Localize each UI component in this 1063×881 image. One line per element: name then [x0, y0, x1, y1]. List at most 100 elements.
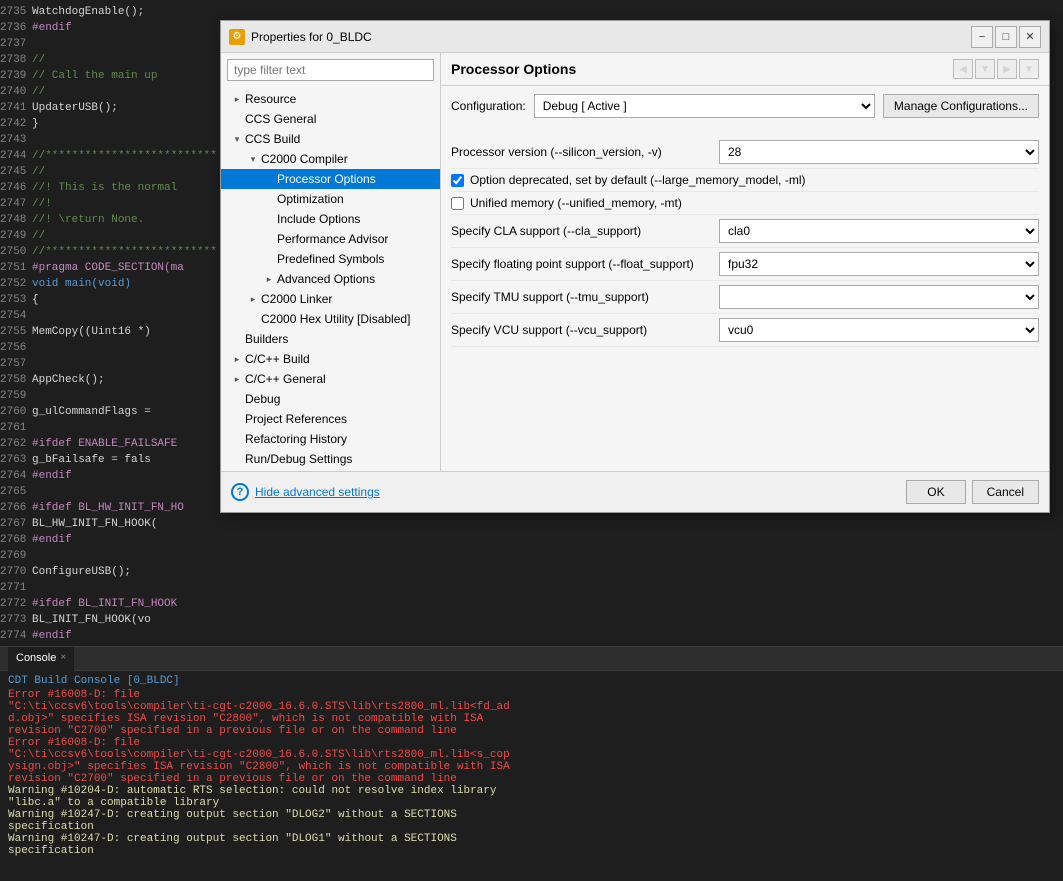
console-line: revision "C2700" specified in a previous… [8, 725, 1055, 737]
option-select[interactable] [719, 285, 1039, 309]
right-panel: Processor Options ◀ ▼ ▶ ▼ Configuration:… [441, 53, 1049, 471]
tree-item[interactable]: Debug [221, 389, 440, 409]
editor-line: 2740 // [0, 84, 220, 100]
option-select[interactable]: 28 [719, 140, 1039, 164]
tree-arrow-icon [229, 411, 245, 427]
filter-input[interactable] [227, 59, 434, 81]
close-button[interactable]: ✕ [1019, 26, 1041, 48]
nav-back-button[interactable]: ◀ [953, 59, 973, 79]
console-tab-close-icon[interactable]: × [60, 652, 66, 663]
tree-item-label: C2000 Hex Utility [Disabled] [261, 312, 440, 326]
code-text: WatchdogEnable(); [32, 4, 144, 20]
tree-item[interactable]: Optimization [221, 189, 440, 209]
console-line: Error #16008-D: file [8, 689, 1055, 701]
tree-item[interactable]: ▸Resource [221, 89, 440, 109]
help-icon[interactable]: ? [231, 483, 249, 501]
tree-item[interactable]: Run/Debug Settings [221, 449, 440, 469]
code-text: #endif [32, 468, 72, 484]
editor-line: 2756 [0, 340, 220, 356]
editor-line: 2746//! This is the normal [0, 180, 220, 196]
editor-line: 2765 [0, 484, 220, 500]
console-line: ysign.obj>" specifies ISA revision "C280… [8, 761, 1055, 773]
minimize-button[interactable]: − [971, 26, 993, 48]
tree-item[interactable]: ▸Advanced Options [221, 269, 440, 289]
tree-item[interactable]: Builders [221, 329, 440, 349]
console-line: Error #16008-D: file [8, 737, 1055, 749]
tree-item[interactable]: Refactoring History [221, 429, 440, 449]
tree-item[interactable]: CCS General [221, 109, 440, 129]
tab-console[interactable]: Console × [8, 647, 74, 671]
tree-item[interactable]: Predefined Symbols [221, 249, 440, 269]
cancel-button[interactable]: Cancel [972, 480, 1039, 504]
tree-item-label: Processor Options [277, 172, 440, 186]
option-checkbox[interactable] [451, 174, 464, 187]
tree-item[interactable]: Project References [221, 409, 440, 429]
code-text: void main(void) [32, 276, 131, 292]
tree-item[interactable]: Include Options [221, 209, 440, 229]
dialog-controls: − □ ✕ [971, 26, 1041, 48]
option-select[interactable]: vcu0 [719, 318, 1039, 342]
option-value-wrap: 28 [719, 140, 1039, 164]
tree-item-label: C/C++ Build [245, 352, 440, 366]
option-select[interactable]: fpu32 [719, 252, 1039, 276]
tree-item-label: Optimization [277, 192, 440, 206]
hide-advanced-link[interactable]: Hide advanced settings [255, 485, 380, 499]
tree-item[interactable]: ▸C/C++ General [221, 369, 440, 389]
dialog-icon: ⚙ [229, 29, 245, 45]
ok-button[interactable]: OK [906, 480, 965, 504]
option-value-wrap [719, 285, 1039, 309]
tree-item[interactable]: ▸C/C++ Build [221, 349, 440, 369]
tree-arrow-icon [261, 231, 277, 247]
code-text: #endif [32, 20, 72, 36]
tree-item[interactable]: Processor Options [221, 169, 440, 189]
nav-forward-button[interactable]: ▶ [997, 59, 1017, 79]
console-line: d.obj>" specifies ISA revision "C2800", … [8, 713, 1055, 725]
options-area: Processor version (--silicon_version, -v… [441, 126, 1049, 357]
tree-item-label: Include Options [277, 212, 440, 226]
footer-left: ? Hide advanced settings [231, 483, 380, 501]
config-label: Configuration: [451, 99, 526, 113]
tree-area: ▸ResourceCCS General▾CCS Build▾C2000 Com… [221, 87, 440, 471]
code-text: #endif [32, 628, 72, 640]
console-line: "libc.a" to a compatible library [8, 797, 1055, 809]
editor-line: 2760 g_ulCommandFlags = [0, 404, 220, 420]
nav-forward-dropdown-button[interactable]: ▼ [1019, 59, 1039, 79]
code-text: #ifdef BL_INIT_FN_HOOK [32, 596, 177, 612]
editor-line: 2735 WatchdogEnable(); [0, 4, 220, 20]
console-title: CDT Build Console [0_BLDC] [8, 675, 1055, 687]
right-header: Processor Options ◀ ▼ ▶ ▼ [441, 53, 1049, 86]
code-text: { [32, 292, 39, 308]
option-value-wrap: vcu0 [719, 318, 1039, 342]
option-label: Specify floating point support (--float_… [451, 257, 719, 271]
left-panel: ▸ResourceCCS General▾CCS Build▾C2000 Com… [221, 53, 441, 471]
option-label: Specify CLA support (--cla_support) [451, 224, 719, 238]
nav-dropdown-button[interactable]: ▼ [975, 59, 995, 79]
editor-line: 2741 UpdaterUSB(); [0, 100, 220, 116]
console-line: revision "C2700" specified in a previous… [8, 773, 1055, 785]
config-select-wrap: Debug [ Active ] [534, 94, 875, 118]
option-checkbox[interactable] [451, 197, 464, 210]
option-row: Processor version (--silicon_version, -v… [451, 136, 1039, 169]
editor-line: 2764#endif [0, 468, 220, 484]
code-editor: 2735 WatchdogEnable();2736#endif27372738… [0, 0, 220, 640]
tree-item[interactable]: ▸C2000 Linker [221, 289, 440, 309]
code-text: AppCheck(); [32, 372, 105, 388]
tree-arrow-icon [229, 451, 245, 467]
tree-item[interactable]: ▾CCS Build [221, 129, 440, 149]
tree-item[interactable]: Performance Advisor [221, 229, 440, 249]
code-text: g_bFailsafe = fals [32, 452, 151, 468]
option-select[interactable]: cla0 [719, 219, 1039, 243]
checkbox-label: Option deprecated, set by default (--lar… [470, 173, 805, 187]
code-text: #pragma CODE_SECTION(ma [32, 260, 184, 276]
tree-item[interactable]: C2000 Hex Utility [Disabled] [221, 309, 440, 329]
filter-wrap [221, 53, 440, 87]
editor-line: 2771 [0, 580, 220, 596]
tree-arrow-icon [229, 391, 245, 407]
maximize-button[interactable]: □ [995, 26, 1017, 48]
code-text: // Call the main up [32, 68, 157, 84]
tree-item[interactable]: ▾C2000 Compiler [221, 149, 440, 169]
config-select[interactable]: Debug [ Active ] [534, 94, 875, 118]
manage-configurations-button[interactable]: Manage Configurations... [883, 94, 1039, 118]
editor-line: 2745// [0, 164, 220, 180]
option-row: Specify CLA support (--cla_support)cla0 [451, 215, 1039, 248]
